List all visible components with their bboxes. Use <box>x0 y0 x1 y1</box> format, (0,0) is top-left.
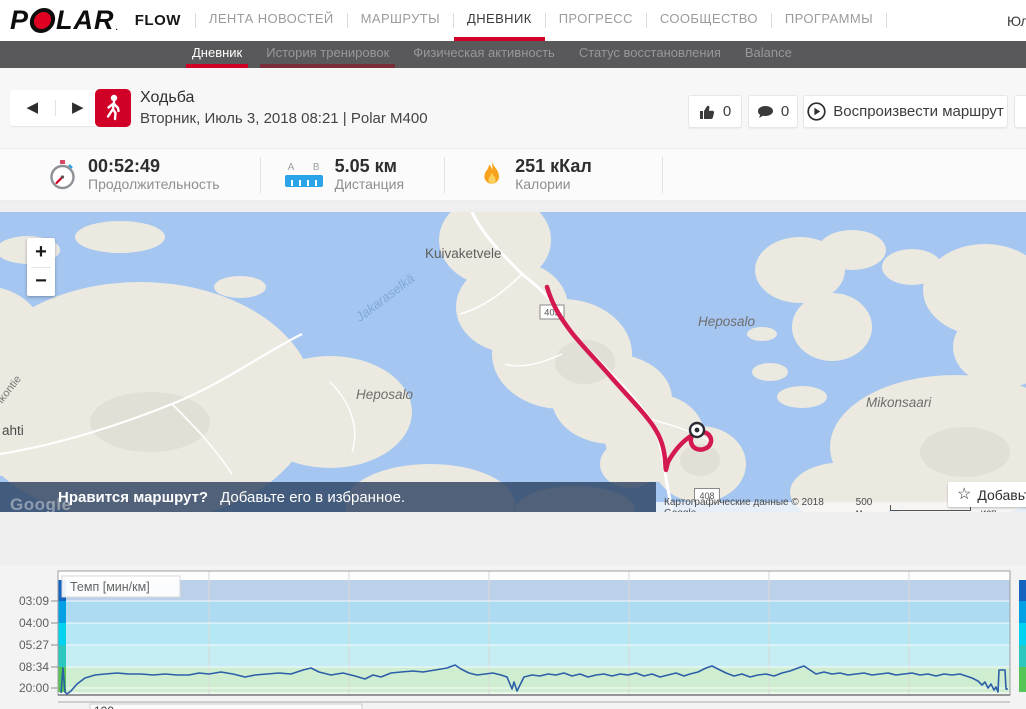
subnav-tab-diary[interactable]: Дневник <box>186 41 249 68</box>
replay-route-label: Воспроизвести маршрут <box>833 103 1004 120</box>
map-canvas: 403 Kuivaketvele Heposalo Heposalo Mikon… <box>0 212 1026 512</box>
logo-letter-p: P <box>10 5 30 35</box>
session-pager: ◀ ▶ <box>10 90 100 126</box>
map-zoom-out-button[interactable]: − <box>27 268 55 297</box>
thumbs-up-icon <box>699 105 714 119</box>
user-menu[interactable]: Юл <box>1007 0 1026 41</box>
tick-2000: 20:00 <box>19 681 49 695</box>
nav-divider <box>885 13 887 28</box>
pace-zone-colorbar-right <box>1019 580 1026 692</box>
nav-item-routes[interactable]: МАРШРУТЫ <box>348 0 453 41</box>
add-to-favorites-label: Добавьте <box>977 486 1026 503</box>
tick-0527: 05:27 <box>19 638 49 652</box>
chart-title: Темп [мин/км] <box>70 580 150 594</box>
google-logo: Google <box>10 495 72 512</box>
walker-icon <box>106 94 120 121</box>
subnav-tab-recovery-status[interactable]: Статус восстановления <box>573 41 727 68</box>
ruler-b-label: B <box>312 162 320 173</box>
like-count: 0 <box>722 103 732 120</box>
tick-0400: 04:00 <box>19 616 49 630</box>
previous-session-button[interactable]: ◀ <box>10 90 55 126</box>
stat-duration: 00:52:49 Продолжительность <box>48 156 220 193</box>
nav-item-community[interactable]: СООБЩЕСТВО <box>647 0 771 41</box>
route-map[interactable]: 403 Kuivaketvele Heposalo Heposalo Mikon… <box>0 212 1026 512</box>
stat-divider <box>259 156 261 193</box>
stat-divider <box>661 156 663 193</box>
map-label-heposalo-left: Heposalo <box>356 387 414 402</box>
map-copyright: Картографические данные © 2018 Google <box>664 497 824 512</box>
logo-letters-lar: LAR <box>56 5 115 35</box>
y-axis-labels: 03:09 04:00 05:27 08:34 20:00 <box>19 594 49 695</box>
nav-item-programs[interactable]: ПРОГРАММЫ <box>772 0 886 41</box>
tick-0834: 08:34 <box>19 660 49 674</box>
map-label-heposalo-right: Heposalo <box>698 314 756 329</box>
walking-sport-icon <box>95 89 131 127</box>
registered-mark: . <box>115 23 119 32</box>
star-icon: ☆ <box>957 485 972 503</box>
stat-distance: A B 5.05 км Дистанция <box>284 156 405 193</box>
diary-sub-nav: Дневник История тренировок Физическая ак… <box>0 41 1026 68</box>
map-label-ahti: ahti <box>2 423 24 438</box>
distance-value: 5.05 км <box>334 156 397 176</box>
favorite-prompt-text: Добавьте его в избранное. <box>220 488 406 506</box>
comment-bubble-icon <box>757 105 773 118</box>
activity-title: Ходьба <box>140 89 195 106</box>
brand-flow[interactable]: FLOW <box>135 12 181 29</box>
stat-divider <box>444 156 446 193</box>
add-to-favorites-button[interactable]: ☆ Добавьте <box>948 482 1026 507</box>
next-chart-tick-label: 100 <box>94 704 114 709</box>
ruler-a-label: A <box>287 162 295 173</box>
chart-title-box: Темп [мин/км] <box>61 575 181 598</box>
duration-label: Продолжительность <box>88 176 220 192</box>
favorite-route-prompt-bar: Нравится маршрут? Добавьте его в избранн… <box>0 482 656 512</box>
calories-label: Калории <box>515 176 571 192</box>
play-circle-icon <box>807 102 826 121</box>
pace-zone-bands <box>58 580 1010 695</box>
subnav-tab-balance[interactable]: Balance <box>739 41 798 68</box>
activity-header: ◀ ▶ Ходьба Вторник, Июль 3, 2018 08:21 |… <box>0 68 1026 148</box>
y-axis-ticks <box>51 600 58 689</box>
map-label-kuivaketvele: Kuivaketvele <box>425 246 502 261</box>
distance-ruler-icon: A B <box>284 162 323 187</box>
tick-0309: 03:09 <box>19 594 49 608</box>
pace-chart[interactable]: 03:09 04:00 05:27 08:34 20:00 Темп [мин/… <box>0 565 1026 709</box>
stopwatch-icon <box>50 159 75 189</box>
map-zoom-control: + − <box>27 238 55 296</box>
comment-button[interactable]: 0 <box>748 95 798 128</box>
polar-flow-page: P LAR . FLOW ЛЕНТА НОВОСТЕЙ МАРШРУТЫ ДНЕ… <box>0 0 1026 709</box>
summary-stats-row: 00:52:49 Продолжительность A B 5.05 км Д… <box>0 148 1026 201</box>
more-actions-button-clipped[interactable] <box>1014 95 1026 128</box>
route-end-marker <box>688 421 706 439</box>
distance-label: Дистанция <box>334 176 405 192</box>
pace-chart-section: 03:09 04:00 05:27 08:34 20:00 Темп [мин/… <box>0 565 1026 709</box>
calories-value: 251 кКал <box>515 156 592 176</box>
comment-count: 0 <box>780 103 790 120</box>
subnav-tab-training-history[interactable]: История тренировок <box>260 41 396 68</box>
activity-subtitle: Вторник, Июль 3, 2018 08:21 | Polar M400 <box>140 110 428 127</box>
like-button[interactable]: 0 <box>688 95 742 128</box>
subnav-tab-physical-activity[interactable]: Физическая активность <box>407 41 561 68</box>
map-label-mikonsaari: Mikonsaari <box>866 395 932 410</box>
polar-logo[interactable]: P LAR . <box>10 5 119 36</box>
polar-logo-red-dot-icon <box>28 8 57 33</box>
next-chart-sliver: 100 <box>58 701 1010 709</box>
map-zoom-in-button[interactable]: + <box>27 238 55 267</box>
duration-value: 00:52:49 <box>88 156 161 176</box>
nav-item-diary[interactable]: ДНЕВНИК <box>454 0 545 41</box>
activity-titles: Ходьба Вторник, Июль 3, 2018 08:21 | Pol… <box>140 89 428 127</box>
stat-calories: 251 кКал Калории <box>481 156 592 193</box>
next-session-button[interactable]: ▶ <box>56 90 101 126</box>
nav-item-progress[interactable]: ПРОГРЕСС <box>546 0 646 41</box>
map-scale-label: 500 м <box>855 497 873 512</box>
top-nav: P LAR . FLOW ЛЕНТА НОВОСТЕЙ МАРШРУТЫ ДНЕ… <box>0 0 1026 41</box>
replay-route-button[interactable]: Воспроизвести маршрут <box>803 95 1008 128</box>
favorite-prompt-bold: Нравится маршрут? <box>58 488 209 506</box>
nav-item-news-feed[interactable]: ЛЕНТА НОВОСТЕЙ <box>196 0 347 41</box>
calories-flame-icon <box>484 160 500 184</box>
